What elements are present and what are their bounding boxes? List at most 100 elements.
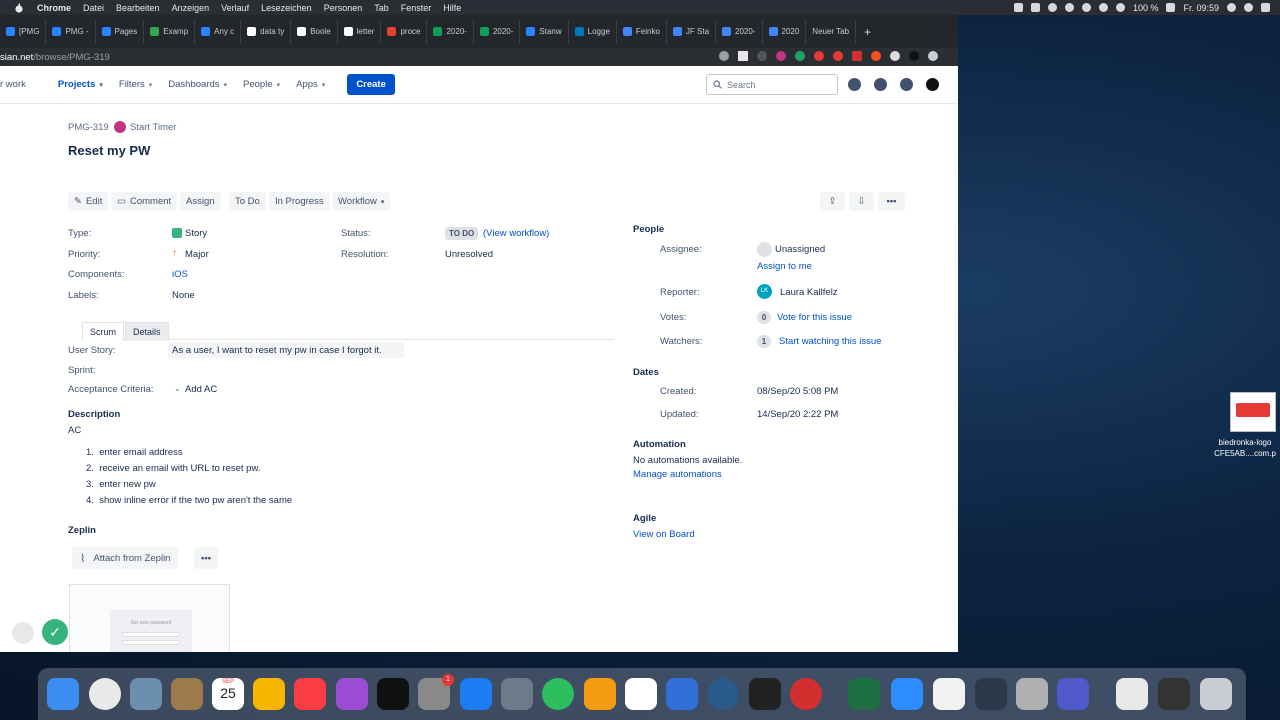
tab-details[interactable]: Details — [125, 322, 169, 341]
extension-icon-2[interactable] — [776, 51, 786, 61]
notes-book-icon[interactable] — [171, 678, 203, 710]
assign-button[interactable]: Assign — [180, 192, 221, 211]
assign-to-me-link[interactable]: Assign to me — [757, 261, 812, 272]
nav-your-work[interactable]: r work — [0, 79, 26, 90]
terminal-icon[interactable] — [975, 678, 1007, 710]
issue-title[interactable]: Reset my PW — [68, 143, 150, 158]
menu-window[interactable]: Fenster — [401, 3, 432, 13]
notifications-icon[interactable] — [848, 78, 861, 91]
settings-gear-icon[interactable] — [900, 78, 913, 91]
checkmark-icon[interactable]: ✓ — [42, 619, 68, 645]
extension-icon-4[interactable] — [814, 51, 824, 61]
status-badge[interactable]: TO DO — [445, 227, 479, 240]
desktop-file-label[interactable]: biedronka-logo CFE5AB....com.p — [1210, 437, 1280, 459]
swift-icon[interactable] — [584, 678, 616, 710]
slack-icon[interactable] — [625, 678, 657, 710]
export-icon[interactable]: ⇩ — [849, 192, 874, 211]
menu-tab[interactable]: Tab — [374, 3, 389, 13]
description-list-item[interactable]: 2. receive an email with URL to reset pw… — [86, 463, 260, 474]
menu-file[interactable]: Datei — [83, 3, 104, 13]
battery-icon[interactable] — [1166, 3, 1176, 12]
edit-button[interactable]: ✎ Edit — [68, 192, 109, 211]
issue-key[interactable]: PMG-319 — [68, 122, 109, 133]
browser-tab[interactable]: PMG - — [46, 19, 96, 44]
recording-control-icon[interactable] — [12, 622, 34, 644]
recent-files-stack-icon[interactable] — [1158, 678, 1190, 710]
user-avatar[interactable] — [926, 78, 939, 91]
browser-tab[interactable]: Boole — [291, 19, 338, 44]
create-button[interactable]: Create — [347, 74, 395, 95]
menu-people[interactable]: Personen — [324, 3, 363, 13]
menu-app-name[interactable]: Chrome — [37, 3, 71, 13]
sketch-icon[interactable] — [253, 678, 285, 710]
share-icon[interactable]: ⇪ — [820, 192, 845, 211]
navigation-icon[interactable] — [666, 678, 698, 710]
extension-icon-1[interactable] — [757, 51, 767, 61]
vote-link[interactable]: Vote for this issue — [777, 312, 852, 323]
new-tab-icon[interactable]: + — [864, 25, 871, 39]
bluetooth-icon[interactable] — [1098, 3, 1108, 12]
box-icon[interactable] — [1030, 3, 1040, 12]
profile-avatar[interactable] — [909, 51, 919, 61]
menu-history[interactable]: Verlauf — [221, 3, 249, 13]
browser-tab[interactable]: 2020- — [474, 19, 521, 44]
browser-tab[interactable]: Logge — [569, 19, 617, 44]
excel-icon[interactable] — [848, 678, 880, 710]
siri-icon[interactable] — [1244, 3, 1253, 12]
labels-value[interactable]: None — [172, 290, 195, 301]
finder-icon[interactable] — [47, 678, 79, 710]
teams-icon[interactable] — [1057, 678, 1089, 710]
browser-tab[interactable]: Stanw — [520, 19, 569, 44]
browser-tab[interactable]: Neuer Tab — [806, 19, 857, 44]
more-actions-icon[interactable]: ••• — [878, 192, 905, 211]
wifi-icon[interactable] — [1115, 3, 1125, 12]
to-do-button[interactable]: To Do — [229, 192, 266, 211]
zoom-icon[interactable] — [891, 678, 923, 710]
nav-people[interactable]: People ▾ — [243, 79, 280, 90]
nav-filters[interactable]: Filters ▾ — [119, 79, 152, 90]
dropbox-icon[interactable] — [1047, 3, 1057, 12]
browser-tab[interactable]: 2020- — [427, 19, 474, 44]
camera-icon[interactable] — [719, 51, 729, 61]
apple-tv-icon[interactable] — [377, 678, 409, 710]
microphone-icon[interactable] — [1013, 3, 1023, 12]
nav-dashboards[interactable]: Dashboards ▾ — [168, 79, 227, 90]
control-center-icon[interactable] — [1261, 3, 1270, 12]
rocket-icon[interactable] — [501, 678, 533, 710]
browser-tab[interactable]: data ty — [241, 19, 292, 44]
extension-icon-6[interactable] — [852, 51, 862, 61]
calendar-icon[interactable]: SEP 25 — [212, 678, 244, 710]
description-list-item[interactable]: 3. enter new pw — [86, 479, 156, 490]
cloud-icon[interactable] — [1081, 3, 1091, 12]
browser-tab[interactable]: Any c — [195, 19, 242, 44]
description-list-item[interactable]: 1. enter email address — [86, 447, 183, 458]
search-input[interactable]: Search — [706, 74, 838, 95]
browser-tab[interactable]: letter — [338, 19, 382, 44]
extension-icon-5[interactable] — [833, 51, 843, 61]
record-icon[interactable] — [1064, 3, 1074, 12]
browser-tab[interactable]: Examp — [144, 19, 196, 44]
nav-projects[interactable]: Projects ▾ — [58, 79, 103, 90]
trash-icon[interactable] — [1200, 678, 1232, 710]
desktop-file-thumbnail[interactable] — [1230, 392, 1276, 432]
manage-automations-link[interactable]: Manage automations — [633, 469, 722, 480]
timer-icon[interactable] — [114, 121, 126, 133]
menu-bookmarks[interactable]: Lesezeichen — [261, 3, 312, 13]
type-value[interactable]: Story — [185, 228, 207, 239]
browser-tab[interactable]: 2020- — [716, 19, 763, 44]
zeplin-thumbnail[interactable]: Set new password — [69, 584, 230, 652]
app-store-icon[interactable] — [460, 678, 492, 710]
evernote-icon[interactable] — [542, 678, 574, 710]
user-story-value[interactable]: As a user, I want to reset my pw in case… — [172, 345, 382, 356]
chevron-down-icon[interactable]: ⌄ — [174, 384, 181, 393]
browser-tab[interactable]: Feinko — [617, 19, 667, 44]
chrome-icon[interactable] — [89, 678, 121, 710]
comment-button[interactable]: ▭ Comment — [111, 192, 178, 211]
assignee-value[interactable]: Unassigned — [775, 244, 825, 255]
add-ac-button[interactable]: Add AC — [185, 384, 217, 395]
alfred-icon[interactable] — [749, 678, 781, 710]
start-timer-link[interactable]: Start Timer — [130, 122, 176, 133]
attach-from-zeplin-button[interactable]: ⌇ Attach from Zeplin — [72, 547, 179, 569]
edge-icon[interactable] — [707, 678, 739, 710]
workflow-button[interactable]: Workflow ▾ — [332, 192, 391, 211]
